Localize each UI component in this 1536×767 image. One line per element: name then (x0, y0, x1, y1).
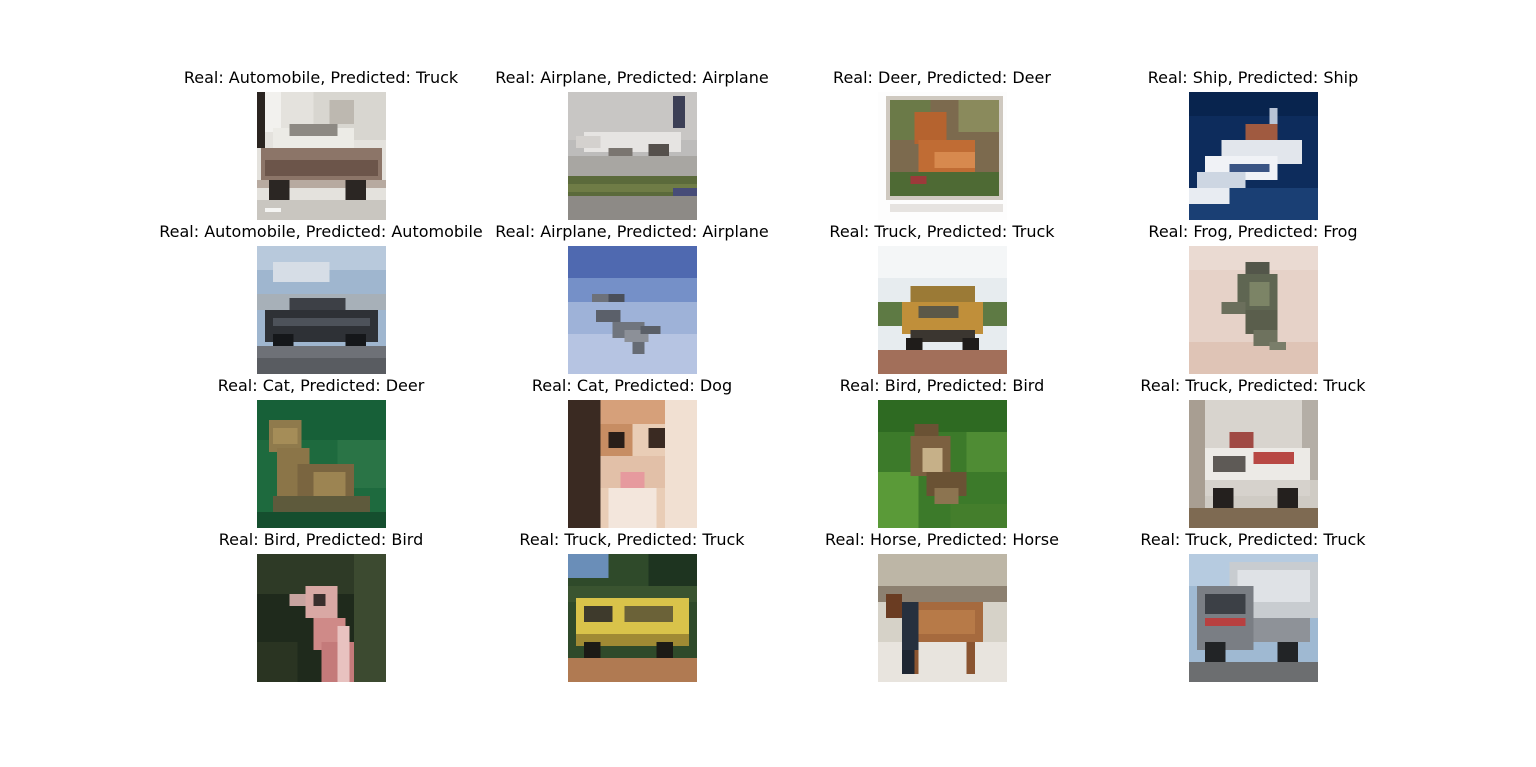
image-truck (568, 554, 697, 682)
image-bird (257, 554, 386, 682)
prediction-grid-figure: Real: Automobile, Predicted: Truck Real:… (0, 0, 1536, 767)
panel-title: Real: Truck, Predicted: Truck (1140, 530, 1366, 549)
image-airplane (568, 246, 697, 374)
image-airplane (568, 92, 697, 220)
image-truck (1189, 554, 1318, 682)
image-ship (1189, 92, 1318, 220)
image-bird (878, 400, 1007, 528)
image-cat (257, 400, 386, 528)
image-frog (1189, 246, 1318, 374)
image-automobile (257, 92, 386, 220)
image-truck (1189, 400, 1318, 528)
panel-title: Real: Frog, Predicted: Frog (1148, 222, 1358, 241)
panel-title: Real: Truck, Predicted: Truck (1140, 376, 1366, 395)
image-horse (878, 554, 1007, 682)
panel-title: Real: Ship, Predicted: Ship (1147, 68, 1359, 87)
image-deer (878, 92, 1007, 220)
image-truck (878, 246, 1007, 374)
image-cat (568, 400, 697, 528)
image-automobile (257, 246, 386, 374)
